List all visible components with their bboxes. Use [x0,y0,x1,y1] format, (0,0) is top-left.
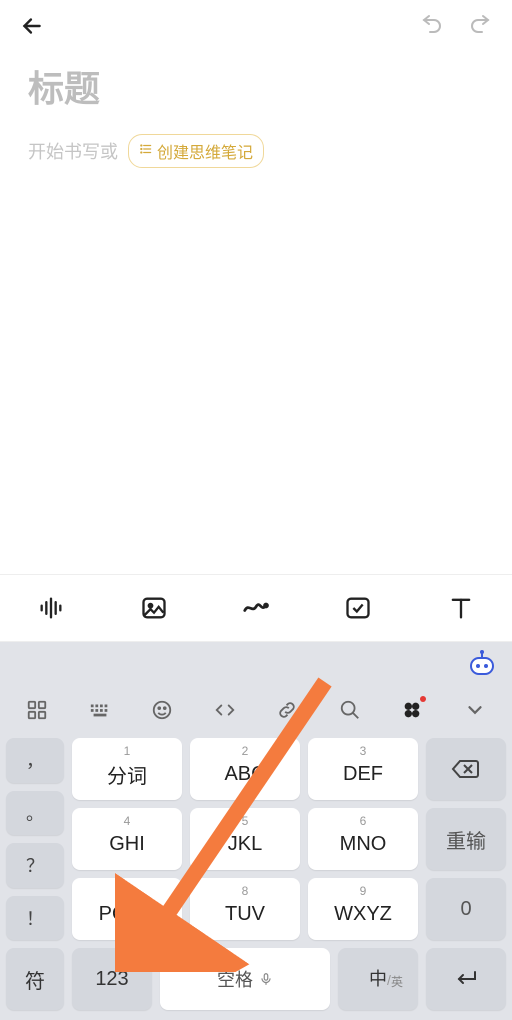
clover-icon[interactable] [388,690,436,730]
link-icon[interactable] [263,690,311,730]
checkbox-icon[interactable] [334,584,382,632]
audio-wave-icon[interactable] [27,584,75,632]
grid-icon[interactable] [13,690,61,730]
key-7[interactable]: 7PQRS [72,878,182,940]
title-input[interactable]: 标题 [28,60,484,112]
list-icon [139,142,153,161]
punct-key-comma[interactable]: ， [6,738,64,783]
key-0[interactable]: 0 [426,878,506,940]
redo-icon[interactable] [460,6,500,46]
text-icon[interactable] [437,584,485,632]
key-1[interactable]: 1分词 [72,738,182,800]
reinput-key[interactable]: 重输 [426,808,506,870]
punct-key-question[interactable]: ？ [6,843,64,888]
code-icon[interactable] [201,690,249,730]
key-9[interactable]: 9WXYZ [308,878,418,940]
image-icon[interactable] [130,584,178,632]
assistant-icon[interactable] [466,648,498,685]
emoji-icon[interactable] [138,690,186,730]
key-6[interactable]: 6MNO [308,808,418,870]
keyboard: ， 。 ？ ！ 1分词 2ABC 3DEF 重输 0 4GHI 5JKL 6MN… [0,642,512,1020]
mic-icon [259,972,273,986]
key-8[interactable]: 8TUV [190,878,300,940]
language-key[interactable]: 中 / 英 [338,948,418,1010]
draw-icon[interactable] [232,584,280,632]
space-key[interactable]: 空格 [160,948,330,1010]
create-mindnote-button[interactable]: 创建思维笔记 [128,134,264,168]
search-icon[interactable] [326,690,374,730]
body-placeholder: 开始书写或 [28,138,118,164]
chevron-down-icon[interactable] [451,690,499,730]
punct-key-period[interactable]: 。 [6,791,64,836]
keyboard-layout-icon[interactable] [76,690,124,730]
key-4[interactable]: 4GHI [72,808,182,870]
pill-label: 创建思维笔记 [157,139,253,163]
editor-toolbar [0,574,512,642]
key-2[interactable]: 2ABC [190,738,300,800]
punct-key-exclaim[interactable]: ！ [6,896,64,941]
undo-icon[interactable] [412,6,452,46]
number-key[interactable]: 123 [72,948,152,1010]
editor-area[interactable]: 标题 开始书写或 创建思维笔记 [0,52,512,574]
backspace-key[interactable] [426,738,506,800]
enter-key[interactable] [426,948,506,1010]
key-5[interactable]: 5JKL [190,808,300,870]
key-3[interactable]: 3DEF [308,738,418,800]
back-icon[interactable] [12,6,52,46]
symbol-key[interactable]: 符 [6,948,64,1010]
